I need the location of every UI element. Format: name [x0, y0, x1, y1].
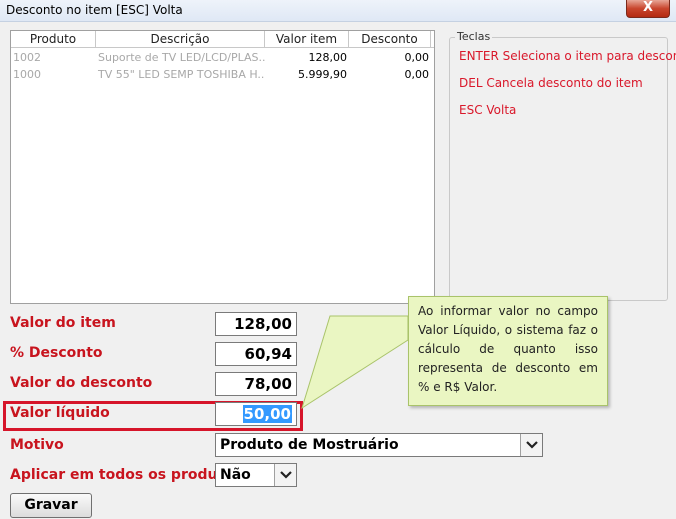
- column-header-valor-item[interactable]: Valor item: [265, 31, 349, 48]
- close-button[interactable]: X: [626, 0, 670, 18]
- valor-liquido-field[interactable]: 50,00: [215, 402, 297, 426]
- aplicar-selected-value: Não: [220, 467, 251, 483]
- motivo-selected-value: Produto de Mostruário: [220, 437, 399, 453]
- teclas-group: Teclas ENTER Seleciona o item para desco…: [449, 30, 676, 301]
- chevron-down-icon: [526, 441, 538, 449]
- aplicar-dropdown-button[interactable]: [274, 464, 296, 486]
- valor-item-label: Valor do item: [10, 315, 116, 331]
- cell-desconto: 0,00: [404, 68, 430, 81]
- column-header-desconto[interactable]: Desconto: [349, 31, 431, 48]
- gravar-button[interactable]: Gravar: [10, 493, 92, 518]
- table-row[interactable]: 1002 Suporte de TV LED/LCD/PLAS... 128,0…: [11, 49, 434, 66]
- motivo-dropdown-button[interactable]: [520, 434, 542, 456]
- valor-desconto-field[interactable]: 78,00: [215, 372, 297, 396]
- perc-desconto-field[interactable]: 60,94: [215, 342, 297, 366]
- grid-header: Produto Descrição Valor item Desconto: [11, 31, 434, 48]
- cell-produto: 1002: [13, 51, 41, 64]
- perc-desconto-label: % Desconto: [10, 345, 103, 361]
- motivo-label: Motivo: [10, 437, 64, 453]
- teclas-line-esc: ESC Volta: [459, 103, 517, 117]
- items-grid[interactable]: Produto Descrição Valor item Desconto 10…: [10, 30, 435, 304]
- cell-valor-item: 5.999,90: [298, 68, 347, 81]
- table-row[interactable]: 1000 TV 55" LED SEMP TOSHIBA H... 5.999,…: [11, 66, 434, 83]
- aplicar-select[interactable]: Não: [215, 463, 297, 487]
- motivo-select[interactable]: Produto de Mostruário: [215, 433, 543, 457]
- aplicar-label: Aplicar em todos os produtos: [10, 467, 243, 483]
- cell-descricao: Suporte de TV LED/LCD/PLAS...: [98, 51, 265, 64]
- column-header-descricao[interactable]: Descrição: [96, 31, 265, 48]
- teclas-line-del: DEL Cancela desconto do item: [459, 76, 643, 90]
- window-title: Desconto no item [ESC] Volta: [6, 3, 183, 17]
- teclas-line-enter: ENTER Seleciona o item para desconto: [459, 49, 676, 63]
- chevron-down-icon: [280, 471, 292, 479]
- valor-item-field[interactable]: 128,00: [215, 312, 297, 336]
- tooltip-callout: Ao informar valor no campo Valor Líquido…: [408, 296, 608, 406]
- column-header-produto[interactable]: Produto: [11, 31, 96, 48]
- valor-liquido-label: Valor líquido: [10, 405, 110, 421]
- cell-valor-item: 128,00: [308, 51, 348, 64]
- cell-produto: 1000: [13, 68, 41, 81]
- valor-desconto-label: Valor do desconto: [10, 375, 153, 391]
- valor-liquido-selected-text: 50,00: [242, 405, 292, 423]
- title-bar: Desconto no item [ESC] Volta X: [0, 0, 676, 22]
- cell-desconto: 0,00: [404, 51, 430, 64]
- teclas-legend: Teclas: [455, 30, 493, 43]
- cell-descricao: TV 55" LED SEMP TOSHIBA H...: [98, 68, 265, 81]
